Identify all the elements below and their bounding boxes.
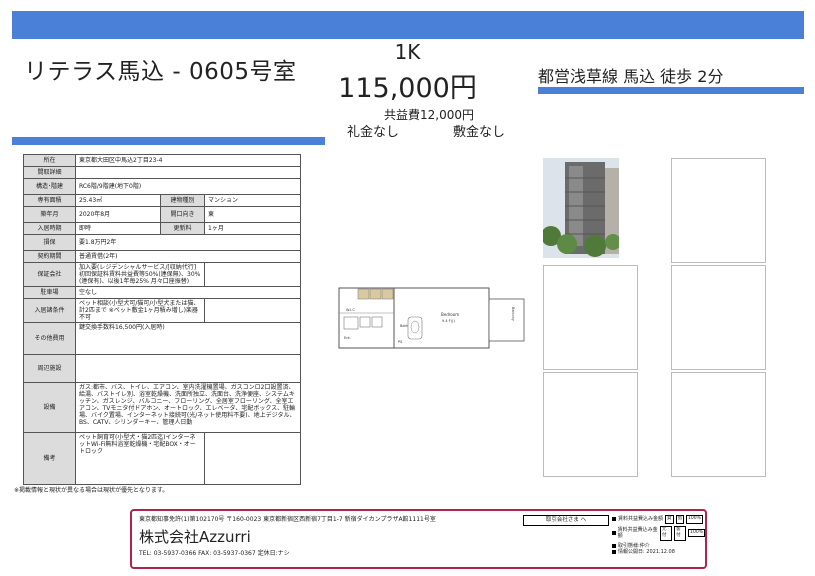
spec-label: 保証会社 (23, 262, 76, 287)
bath-label: Bath (400, 324, 408, 328)
bullet-mark (612, 543, 616, 548)
spec-label: 間取詳細 (23, 166, 76, 179)
fee1-a: 貸 (665, 515, 674, 524)
spec-value-renewal: 1ヶ月 (204, 222, 301, 235)
key-money: 礼金なし (347, 125, 400, 140)
bedroom-label: Bedroom (441, 312, 459, 317)
photo-placeholder (671, 158, 766, 263)
balcony-label: Balcony (511, 307, 515, 321)
fee2-val: 100% (688, 528, 706, 538)
spec-value-facilities: ガス:都市、バス、トイレ、エアコン、室内洗濯機置場、ガスコンロ2口設置済、給湯、… (75, 382, 301, 433)
company-footer: 東京都知事免許(1)第102170号 〒160-0023 東京都新宿区西新宿7丁… (130, 509, 707, 569)
building-photo (541, 158, 621, 258)
building-photo-image (541, 158, 621, 258)
bullet-mark (612, 531, 616, 535)
spec-label: 入居諸条件 (23, 298, 76, 323)
spec-label: 専有面積 (23, 194, 76, 207)
publish-date: 情報公開日: 2021.12.08 (618, 549, 675, 555)
layout-type: 1K (394, 40, 421, 64)
spec-label: 構造･階建 (23, 178, 76, 195)
spec-label: その他費用 (23, 322, 76, 355)
fee1-val: 100% (686, 515, 703, 524)
spec-label: 備考 (23, 432, 76, 485)
company-address: 東京都知事免許(1)第102170号 〒160-0023 東京都新宿区西新宿7丁… (139, 516, 436, 523)
spec-label: 設備 (23, 382, 76, 433)
entrance-label: Ent. (344, 336, 351, 340)
bullet-mark (612, 550, 616, 555)
spec-value-building-type: マンション (204, 194, 301, 207)
bullet-mark (612, 517, 616, 522)
wic-label: W.I.C (346, 308, 355, 312)
spec-label: 契約期間 (23, 250, 76, 263)
floor-plan: Bedroom 9.4ｆ(J) Balcony Bath Ent. W.I.C … (338, 287, 525, 349)
photo-placeholder (543, 265, 638, 370)
spec-value-surroundings (75, 354, 301, 383)
spec-label: 開口向き (160, 206, 205, 223)
spec-label: 築年月 (23, 206, 76, 223)
spec-value-other-cost: 鍵交換手数料16,500円(入居時) (75, 322, 301, 355)
left-accent-bar (12, 137, 325, 145)
disclaimer-note: ※掲載情報と現状が異なる場合は現状が優先となります。 (14, 487, 169, 494)
spec-value-area: 25.43㎡ (75, 194, 161, 207)
photo-placeholder (671, 372, 766, 477)
spec-label: 更新料 (160, 222, 205, 235)
spec-label: 周辺施設 (23, 354, 76, 383)
top-accent-bar (12, 11, 804, 39)
spec-value-move-in: 即時 (75, 222, 161, 235)
spec-label: 入居時期 (23, 222, 76, 235)
fee1-b: 借 (675, 515, 685, 524)
spec-value-contract: 普通賃借(2年) (75, 250, 301, 263)
spec-value-address: 東京都大田区中馬込2丁目23-4 (75, 154, 301, 167)
spec-value-guarantor: 加入要(レジデンシャルサービス/[収納代行]初回保証料賃料共益費等50%(連保無… (75, 262, 205, 287)
spec-value-insurance: 要1.8万円2年 (75, 234, 301, 251)
security-deposit: 敷金なし (453, 125, 506, 140)
spec-value-conditions: ペット相談(小型犬可/猫可/小型犬または猫、計2匹まで ※ペット敷金1ヶ月積み増… (75, 298, 205, 323)
spec-label: 駐車場 (23, 286, 76, 299)
spec-label: 建物種別 (160, 194, 205, 207)
fee2-label: 賃料共益費込み金額 (617, 526, 658, 540)
photo-placeholder (543, 372, 638, 477)
company-name: 株式会社Azzurri (139, 528, 251, 546)
spec-value-built: 2020年8月 (75, 206, 161, 223)
station-access: 都営浅草線 馬込 徒歩 2分 (538, 67, 724, 86)
spec-value-structure: RC6階/9階建(地下0階) (75, 178, 301, 195)
fee-info: 賃料共益費込み金額 貸 借 100% 賃料共益費込み金額 元付 客付 100% … (612, 515, 706, 556)
spec-value-floor-detail (75, 166, 301, 179)
spec-value-direction: 東 (204, 206, 301, 223)
station-underline-bar (538, 87, 804, 94)
photo-placeholder (671, 265, 766, 370)
spec-value-remarks: ペット飼育可(小型犬・猫2匹迄)インターネットWi-Fi無料浴室乾燥機・宅配BO… (75, 432, 205, 485)
stamp-box: 取引会社さま へ (523, 515, 609, 526)
spec-value-parking: 空なし (75, 286, 301, 299)
spec-label: 損保 (23, 234, 76, 251)
company-contact: TEL: 03-5937-0366 FAX: 03-5937-0367 定休日:… (139, 550, 290, 557)
fee2-b: 客付 (674, 525, 687, 541)
fee2-a: 元付 (659, 525, 673, 541)
spec-label: 所在 (23, 154, 76, 167)
fee1-label: 賃料共益費込み金額 (618, 516, 664, 522)
spec-table: 所在 東京都大田区中馬込2丁目23-4 間取詳細 構造･階建 RC6階/9階建(地下… (23, 154, 301, 485)
bedroom-size: 9.4ｆ(J) (442, 319, 455, 323)
